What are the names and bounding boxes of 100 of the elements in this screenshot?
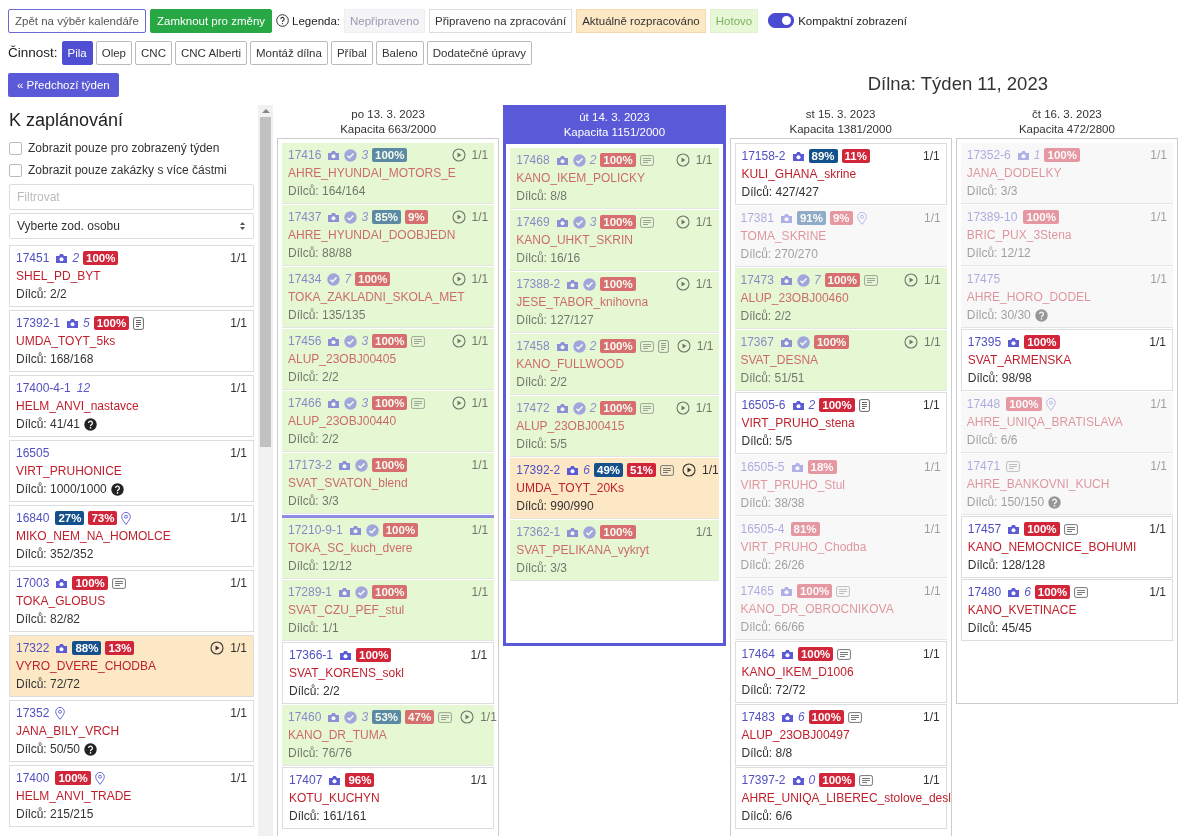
order-number: 17322: [16, 641, 50, 655]
quantity: 1/1: [471, 396, 489, 410]
parts-count: Dílců: 72/72: [741, 683, 806, 697]
order-number: 17416: [288, 148, 322, 162]
percent-badge: 100%: [819, 398, 855, 412]
parts-count: Dílců: 2/2: [516, 375, 567, 389]
quantity: 1/1: [924, 273, 941, 287]
order-card[interactable]: 17367 100% 1/1 SVAT_DESNA Dílců: 51/51: [734, 330, 947, 391]
parts-count: Dílců: 5/5: [741, 434, 793, 448]
parts-count: Dílců: 16/16: [516, 251, 581, 265]
day-capacity: Kapacita 472/2800: [1018, 123, 1115, 135]
activity-tab[interactable]: CNC: [135, 40, 172, 65]
piece-count: 3: [361, 334, 369, 348]
percent-badge: 49%: [594, 463, 623, 477]
toolbar-button[interactable]: Zpět na výběr kalendáře: [8, 8, 147, 33]
play-icon[interactable]: [682, 463, 697, 477]
order-card[interactable]: 17400-4-1 12 1/1 HELM_ANVI_nastavce Dílců: 41/41: [9, 375, 254, 437]
percent-badge: 100%: [813, 335, 850, 349]
order-number: 16505: [16, 446, 50, 460]
day-capacity: Kapacita 663/2000: [340, 123, 437, 135]
day-capacity: Kapacita 1151/2000: [563, 126, 666, 138]
order-card[interactable]: 17210-9-1 100% 1/1 TOKA_SC_kuch_dvere Dílců: 12/12: [282, 515, 495, 579]
order-card[interactable]: 16505-6 2 100% 1/1 VIRT_PRUHO_stena Dílců: 5/5: [734, 392, 947, 454]
order-card[interactable]: 17464 100% 1/1 KANO_IKEM_D1006 Dílců: 72/72: [734, 641, 947, 703]
order-card[interactable]: 17457 100% 1/1 KANO_NEMOCNICE_BOHUMI Dílců: 128/128: [960, 516, 1173, 578]
scrollbar[interactable]: [258, 105, 273, 836]
previous-week-button[interactable]: « Předchozí týden: [8, 73, 119, 97]
order-card[interactable]: 17366-1 100% 1/1 SVAT_KORENS_sokl Dílců: 2/2: [282, 642, 495, 704]
percent-badge: 100%: [1024, 335, 1060, 349]
parts-count: Dílců: 2/2: [289, 684, 340, 698]
order-card[interactable]: 16505 1/1 VIRT_PRUHONICE Dílců: 1000/1000: [9, 440, 254, 502]
day-date: po 13. 3. 2023: [351, 108, 425, 120]
percent-badge: 100%: [372, 585, 408, 599]
order-card[interactable]: 17395 100% 1/1 SVAT_ARMENSKA Dílců: 98/98: [960, 329, 1173, 391]
checkbox[interactable]: [9, 141, 22, 155]
percent-badge: 100%: [382, 523, 419, 537]
order-card[interactable]: 17473 7 100% 1/1 ALUP_23OBJ00460 Dílců: 2/2: [734, 268, 947, 329]
percent-badge: 47%: [405, 710, 435, 724]
toggle-switch[interactable]: [768, 13, 795, 28]
order-number: 17475: [966, 272, 1001, 286]
parts-count: Dílců: 427/427: [741, 185, 819, 199]
order-card[interactable]: 17460 3 53% 47% 1/1 KANO_DR_TUMA Dílců: 76/76: [282, 705, 495, 766]
activity-tab[interactable]: Dodatečné úpravy: [426, 40, 533, 65]
order-card[interactable]: 17434 7 100% 1/1 TOKA_ZAKLADNI_SKOLA_MET Dílců: 135/135: [282, 267, 495, 328]
checkbox[interactable]: [9, 163, 22, 177]
order-card[interactable]: 17483 6 100% 1/1 ALUP_23OBJ00497 Dílců: 8/8: [734, 704, 947, 766]
order-card[interactable]: 16840 27% 73% 1/1 MIKO_NEM_NA_HOMOLCE Dílců: 352/352: [9, 505, 254, 567]
order-card[interactable]: 17468 2 100% 1/1 KANO_IKEM_POLICKY Dílců: 8/8: [510, 148, 719, 209]
order-name: ALUP_23OBJ00405: [288, 352, 397, 366]
order-name: KANO_NEMOCNICE_BOHUMI: [967, 540, 1137, 554]
parts-count: Dílců: 2/2: [288, 370, 339, 384]
order-card[interactable]: 17400 100% 1/1 HELM_ANVI_TRADE Dílců: 215/215: [9, 765, 254, 827]
activity-tab[interactable]: Montáž dílna: [250, 40, 328, 65]
help-icon[interactable]: [84, 742, 98, 756]
order-card[interactable]: 17458 2 100% 1/1 KANO_FULLWOOD Dílců: 2/2: [510, 334, 719, 395]
activity-tab[interactable]: CNC Alberti: [174, 40, 247, 65]
quantity: 1/1: [230, 316, 247, 330]
person-select[interactable]: Vyberte zod. osobu: [9, 213, 254, 239]
percent-badge: 100%: [372, 334, 408, 348]
order-card[interactable]: 17289-1 100% 1/1 SVAT_CZU_PEF_stul Dílců: 1/1: [282, 580, 495, 641]
order-card[interactable]: 17003 100% 1/1 TOKA_GLOBUS Dílců: 82/82: [9, 570, 254, 632]
activity-tab[interactable]: Baleno: [375, 40, 424, 65]
order-name: KANO_DR_OBROCNIKOVA: [740, 602, 894, 616]
order-card[interactable]: 17472 2 100% 1/1 ALUP_23OBJ00415 Dílců: 5/5: [510, 396, 719, 457]
order-card[interactable]: 17388-2 100% 1/1 JESE_TABOR_knihovna Dílců: 127/127: [510, 272, 719, 333]
percent-badge: 13%: [105, 641, 135, 655]
order-card[interactable]: 17451 2 100% 1/1 SHEL_PD_BYT Dílců: 2/2: [9, 245, 254, 307]
quantity: 1/1: [470, 773, 488, 787]
help-icon[interactable]: [110, 482, 124, 496]
order-name: SHEL_PD_BYT: [16, 269, 101, 283]
play-icon[interactable]: [210, 641, 225, 655]
order-card[interactable]: 17466 3 100% 1/1 ALUP_23OBJ00440 Dílců: 2/2: [282, 391, 495, 452]
order-card[interactable]: 17480 6 100% 1/1 KANO_KVETINACE Dílců: 45/45: [960, 579, 1173, 641]
order-card[interactable]: 17456 3 100% 1/1 ALUP_23OBJ00405 Dílců: 2/2: [282, 329, 495, 390]
quantity: 1/1: [230, 251, 247, 265]
order-card[interactable]: 17407 96% 1/1 KOTU_KUCHYN Dílců: 161/161: [282, 767, 495, 829]
order-card[interactable]: 17352 1/1 JANA_BILY_VRCH Dílců: 50/50: [9, 700, 254, 762]
order-card[interactable]: 17437 3 85% 9% 1/1 AHRE_HYUNDAI_DOOBJEDN Dílců: 88/88: [282, 205, 495, 266]
help-icon[interactable]: [84, 417, 98, 431]
parts-count: Dílců: 1/1: [288, 621, 339, 635]
order-card[interactable]: 17392-2 6 49% 51% 1/1 UMDA_TOYT_20Ks Dílců: 990/990: [510, 458, 719, 519]
piece-count: 3: [361, 710, 369, 724]
order-card[interactable]: 17362-1 100% 1/1 SVAT_PELIKANA_vykryt Dílců: 3/3: [510, 520, 719, 581]
order-card[interactable]: 17158-2 89% 11% 1/1 KULI_GHANA_skrine Dílců: 427/427: [734, 143, 947, 205]
activity-tab[interactable]: Příbal: [330, 40, 373, 65]
parts-count: Dílců: 50/50: [16, 742, 81, 756]
quantity: 1/1: [924, 460, 941, 474]
order-card[interactable]: 17173-2 100% 1/1 SVAT_SVATON_blend Dílců: 3/3: [282, 453, 495, 514]
order-card[interactable]: 17469 3 100% 1/1 KANO_UHKT_SKRIN Dílců: 16/16: [510, 210, 719, 271]
quantity: 1/1: [695, 215, 713, 229]
legend-item: Hotovo: [709, 8, 759, 33]
filter-field[interactable]: Filtrovat: [9, 184, 254, 210]
order-number: 17362-1: [516, 525, 561, 539]
activity-tab[interactable]: Olep: [95, 40, 132, 65]
parts-count: Dílců: 215/215: [16, 807, 94, 821]
order-card[interactable]: 17322 88% 13% 1/1 VYRO_DVERE_CHODBA Dílců: 72/72: [9, 635, 254, 697]
order-card[interactable]: 17416 3 100% 1/1 AHRE_HYUNDAI_MOTORS_E Dílců: 164/164: [282, 143, 495, 204]
order-number: 17400-4-1: [16, 381, 71, 395]
order-card[interactable]: 17392-1 5 100% 1/1 UMDA_TOYT_5ks Dílců: 168/168: [9, 310, 254, 372]
activity-tab[interactable]: Pila: [61, 40, 93, 65]
